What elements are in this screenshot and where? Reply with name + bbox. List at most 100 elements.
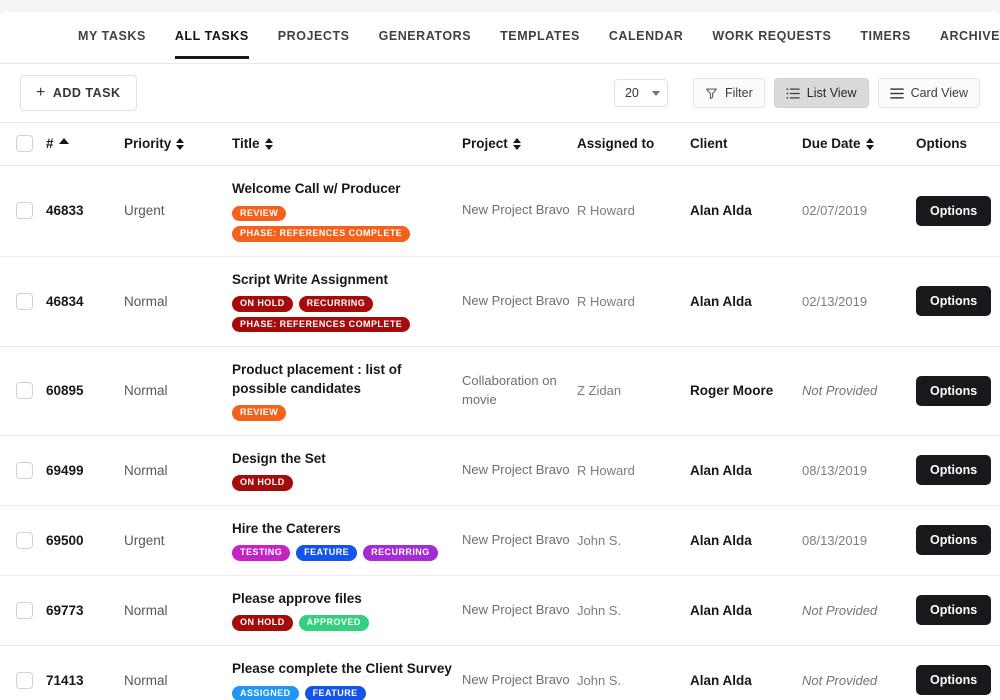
- task-title[interactable]: Welcome Call w/ Producer: [232, 180, 462, 199]
- cell-title: Product placement : list of possible can…: [232, 347, 462, 436]
- column-header-label: #: [46, 136, 54, 151]
- main-navigation: MY TASKS ALL TASKS PROJECTS GENERATORS TEMPL…: [0, 12, 1000, 64]
- cell-assigned-to: John S.: [577, 505, 690, 575]
- add-task-label: ADD TASK: [53, 86, 121, 100]
- chevron-down-icon: [652, 91, 660, 96]
- nav-tab-my-tasks[interactable]: MY TASKS: [78, 29, 146, 47]
- column-header-assigned-to: Assigned to: [577, 123, 690, 166]
- nav-tab-timers[interactable]: TIMERS: [860, 29, 911, 47]
- options-button[interactable]: Options: [916, 196, 991, 226]
- cell-options: Options: [916, 505, 1000, 575]
- task-tag-list: REVIEW: [232, 206, 462, 221]
- column-header-priority[interactable]: Priority: [124, 123, 232, 166]
- status-badge: REVIEW: [232, 405, 286, 420]
- due-date-value: 08/13/2019: [802, 463, 867, 478]
- nav-tab-calendar[interactable]: CALENDAR: [609, 29, 684, 47]
- column-header-project[interactable]: Project: [462, 123, 577, 166]
- client-name: Alan Alda: [690, 463, 752, 478]
- cell-title: Welcome Call w/ ProducerREVIEWPHASE: REF…: [232, 166, 462, 257]
- task-title[interactable]: Product placement : list of possible can…: [232, 361, 462, 398]
- task-number: 69499: [46, 463, 84, 478]
- assignee-name: Z Zidan: [577, 383, 621, 398]
- row-checkbox[interactable]: [16, 462, 33, 479]
- cell-title: Hire the CaterersTESTINGFEATURERECURRING: [232, 505, 462, 575]
- options-button[interactable]: Options: [916, 455, 991, 485]
- status-badge: FEATURE: [296, 545, 357, 560]
- column-header-due-date[interactable]: Due Date: [802, 123, 916, 166]
- page-size-select[interactable]: 20: [614, 79, 668, 107]
- sort-toggle-icon[interactable]: [513, 138, 521, 150]
- task-number: 71413: [46, 673, 84, 688]
- nav-tab-projects[interactable]: PROJECTS: [278, 29, 350, 47]
- table-row[interactable]: 46834NormalScript Write AssignmentON HOL…: [0, 256, 1000, 347]
- nav-tab-archive[interactable]: ARCHIVE: [940, 29, 1000, 47]
- filter-button[interactable]: Filter: [693, 78, 765, 108]
- row-checkbox[interactable]: [16, 602, 33, 619]
- task-title[interactable]: Script Write Assignment: [232, 271, 462, 290]
- status-badge: ON HOLD: [232, 475, 293, 490]
- assignee-name: John S.: [577, 603, 621, 618]
- list-view-label: List View: [807, 86, 857, 100]
- status-badge: RECURRING: [363, 545, 438, 560]
- priority-value: Normal: [124, 603, 168, 618]
- row-checkbox[interactable]: [16, 202, 33, 219]
- sort-ascending-icon[interactable]: [59, 138, 69, 144]
- options-button[interactable]: Options: [916, 525, 991, 555]
- app-page: MY TASKS ALL TASKS PROJECTS GENERATORS TEMPL…: [0, 0, 1000, 700]
- assignee-name: John S.: [577, 533, 621, 548]
- cell-assigned-to: R Howard: [577, 435, 690, 505]
- select-all-checkbox[interactable]: [16, 135, 33, 152]
- cell-title: Please approve filesON HOLDAPPROVED: [232, 575, 462, 645]
- task-title[interactable]: Design the Set: [232, 450, 462, 469]
- row-checkbox[interactable]: [16, 382, 33, 399]
- cell-task-number: 46833: [46, 166, 124, 257]
- table-row[interactable]: 71413NormalPlease complete the Client Su…: [0, 645, 1000, 700]
- row-checkbox[interactable]: [16, 672, 33, 689]
- cell-client: Alan Alda: [690, 645, 802, 700]
- due-date-value: 02/07/2019: [802, 203, 867, 218]
- column-header-number[interactable]: #: [46, 123, 124, 166]
- card-view-button[interactable]: Card View: [878, 78, 980, 108]
- project-name: New Project Bravo: [462, 462, 570, 477]
- nav-tab-generators[interactable]: GENERATORS: [379, 29, 472, 47]
- task-title[interactable]: Please complete the Client Survey: [232, 660, 462, 679]
- column-header-title[interactable]: Title: [232, 123, 462, 166]
- task-title[interactable]: Please approve files: [232, 590, 462, 609]
- cell-project: New Project Bravo: [462, 256, 577, 347]
- status-badge: ON HOLD: [232, 296, 293, 311]
- sort-toggle-icon[interactable]: [176, 138, 184, 150]
- cell-options: Options: [916, 347, 1000, 436]
- nav-tab-work-requests[interactable]: WORK REQUESTS: [712, 29, 831, 47]
- cell-due-date: 08/13/2019: [802, 505, 916, 575]
- options-button[interactable]: Options: [916, 376, 991, 406]
- row-checkbox[interactable]: [16, 532, 33, 549]
- options-button[interactable]: Options: [916, 595, 991, 625]
- table-row[interactable]: 46833UrgentWelcome Call w/ ProducerREVIE…: [0, 166, 1000, 257]
- task-number: 69500: [46, 533, 84, 548]
- list-view-button[interactable]: List View: [774, 78, 869, 108]
- assignee-name: R Howard: [577, 203, 635, 218]
- cell-due-date: 02/13/2019: [802, 256, 916, 347]
- row-checkbox[interactable]: [16, 293, 33, 310]
- column-header-inner: Project: [462, 136, 521, 151]
- table-row[interactable]: 69773 Normal Please approve filesON HOLDAP…: [0, 575, 1000, 645]
- sort-toggle-icon[interactable]: [265, 138, 273, 150]
- task-title[interactable]: Hire the Caterers: [232, 520, 462, 539]
- status-badge: ASSIGNED: [232, 686, 299, 700]
- table-row[interactable]: 69500UrgentHire the CaterersTESTINGFEATU…: [0, 505, 1000, 575]
- cell-due-date: 02/07/2019: [802, 166, 916, 257]
- sort-toggle-icon[interactable]: [866, 138, 874, 150]
- cell-assigned-to: R Howard: [577, 166, 690, 257]
- column-header-options: Options: [916, 123, 1000, 166]
- nav-tab-all-tasks[interactable]: ALL TASKS: [175, 29, 249, 47]
- task-number: 69773: [46, 603, 84, 618]
- status-badge: APPROVED: [299, 615, 369, 630]
- add-task-button[interactable]: + ADD TASK: [20, 75, 137, 111]
- table-row[interactable]: 69499NormalDesign the SetON HOLDNew Proj…: [0, 435, 1000, 505]
- options-button[interactable]: Options: [916, 286, 991, 316]
- cell-priority: Normal: [124, 347, 232, 436]
- table-row[interactable]: 60895NormalProduct placement : list of p…: [0, 347, 1000, 436]
- column-header-checkbox[interactable]: [0, 123, 46, 166]
- nav-tab-templates[interactable]: TEMPLATES: [500, 29, 580, 47]
- options-button[interactable]: Options: [916, 665, 991, 695]
